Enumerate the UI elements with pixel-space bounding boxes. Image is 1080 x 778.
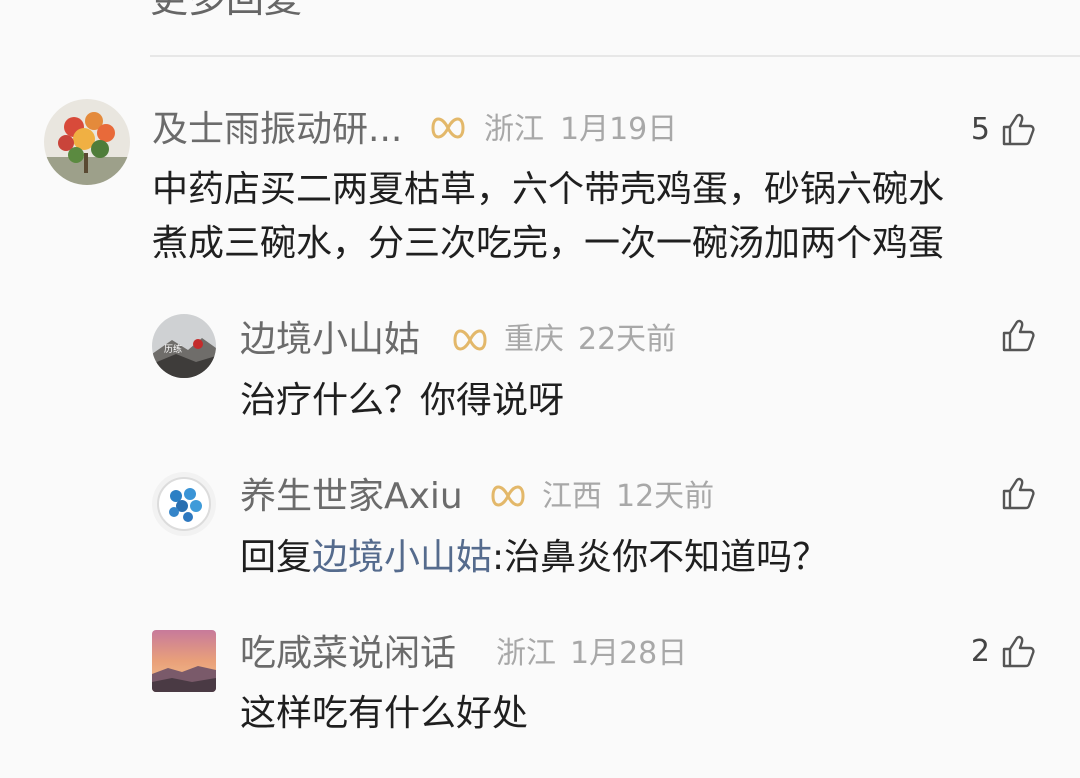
- username[interactable]: 及士雨振动研...: [152, 112, 402, 148]
- avatar-text: 历练: [164, 343, 182, 355]
- reply-text: 治疗什么？你得说呀: [240, 380, 565, 421]
- thumbs-up-icon: [1002, 319, 1035, 352]
- comment-location: 浙江: [484, 112, 544, 147]
- avatar[interactable]: [44, 99, 130, 185]
- username[interactable]: 养生世家Axiu: [240, 479, 463, 515]
- like-button[interactable]: [990, 318, 1036, 354]
- divider: [150, 55, 1080, 57]
- comment-time: 1月28日: [570, 636, 688, 671]
- reply-body: :治鼻炎你不知道吗？: [492, 537, 829, 578]
- reply-text: 回复边境小山姑:治鼻炎你不知道吗？: [240, 530, 828, 586]
- reply-text: 这样吃有什么好处: [240, 693, 529, 734]
- like-button[interactable]: 5: [971, 112, 1036, 148]
- vip-badge-icon: [431, 117, 465, 139]
- avatar[interactable]: 历练: [152, 314, 216, 378]
- like-button[interactable]: 2: [971, 634, 1036, 670]
- reply-prefix: 回复: [240, 537, 313, 578]
- vip-badge-icon: [453, 329, 487, 351]
- comment-text-line2: 煮成三碗水，分三次吃完，一次一碗汤加两个鸡蛋: [152, 223, 945, 264]
- mention-link[interactable]: 边境小山姑: [312, 537, 492, 578]
- comment-location: 江西: [542, 479, 602, 514]
- thumbs-up-icon: [1002, 635, 1035, 668]
- comment-location: 重庆: [504, 322, 564, 357]
- comment-time: 12天前: [616, 479, 715, 514]
- comment-text: 中药店买二两夏枯草，六个带壳鸡蛋，砂锅六碗水: [152, 169, 945, 210]
- vip-badge-icon: [491, 485, 525, 507]
- username[interactable]: 吃咸菜说闲话: [240, 636, 456, 672]
- thumbs-up-icon: [1002, 113, 1035, 146]
- comment-time: 22天前: [578, 322, 677, 357]
- username[interactable]: 边境小山姑: [240, 322, 420, 358]
- like-count: 2: [970, 634, 990, 669]
- avatar[interactable]: [152, 472, 216, 536]
- comment-time: 1月19日: [560, 112, 678, 147]
- thumbs-up-icon: [1002, 477, 1035, 510]
- avatar[interactable]: [152, 630, 216, 692]
- comment-location: 浙江: [496, 636, 556, 671]
- more-replies-fragment[interactable]: 更多回复: [150, 0, 302, 18]
- like-button[interactable]: [990, 476, 1036, 512]
- like-count: 5: [970, 112, 990, 147]
